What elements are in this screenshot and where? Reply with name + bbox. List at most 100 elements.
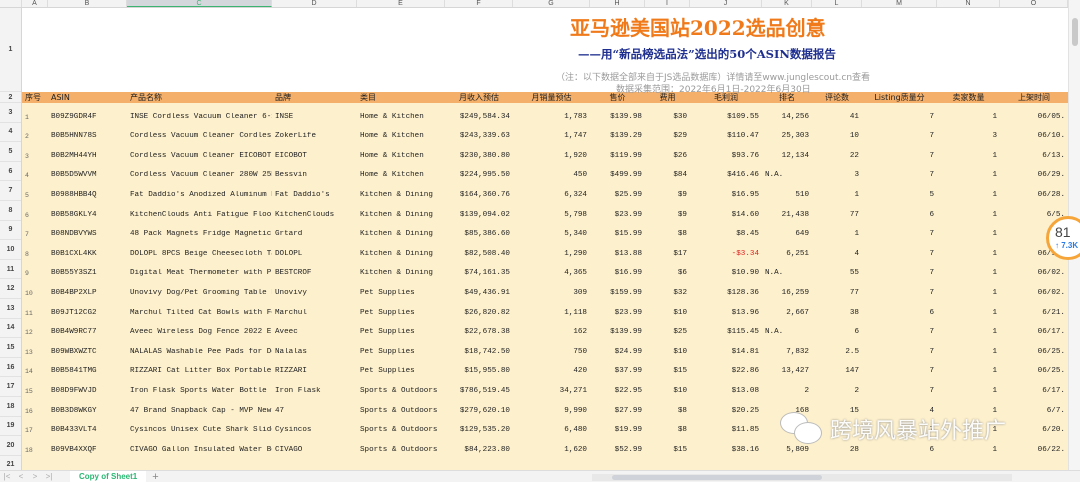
cell[interactable]: $499.99 — [590, 171, 645, 179]
cell[interactable]: 7 — [862, 152, 937, 160]
cell[interactable]: 1,920 — [513, 152, 590, 160]
cell[interactable]: 6 — [22, 212, 48, 219]
cell[interactable]: 4,365 — [513, 269, 590, 277]
cell[interactable]: 06/25. — [1000, 367, 1068, 375]
cell[interactable]: B0B55Y3SZ1 — [48, 269, 127, 277]
column-header-o[interactable]: O — [1000, 0, 1068, 7]
row-header-3[interactable]: 3 — [0, 103, 21, 123]
cell[interactable]: 14 — [22, 368, 48, 375]
cell[interactable]: 12,134 — [762, 152, 812, 160]
cell[interactable]: $38.16 — [690, 446, 762, 454]
cell[interactable]: Kitchen & Dining — [357, 230, 445, 238]
cell[interactable]: 750 — [513, 348, 590, 356]
column-header-g[interactable]: G — [513, 0, 590, 7]
cell[interactable]: $13.88 — [590, 250, 645, 258]
cell[interactable]: $249,584.34 — [445, 113, 513, 121]
cell[interactable]: EICOBOT — [272, 152, 357, 160]
column-header-n[interactable]: N — [937, 0, 1000, 7]
cell[interactable]: 34,271 — [513, 387, 590, 395]
cell[interactable]: Pet Supplies — [357, 367, 445, 375]
cell[interactable]: 9 — [22, 270, 48, 277]
cell[interactable]: 7 — [862, 132, 937, 140]
cell[interactable]: 13 — [22, 349, 48, 356]
column-header-a[interactable]: A — [22, 0, 48, 7]
row-header-6[interactable]: 6 — [0, 162, 21, 182]
cell[interactable]: Fat Daddio's — [272, 191, 357, 199]
cell[interactable]: 1 — [22, 114, 48, 121]
cell[interactable]: $85,386.60 — [445, 230, 513, 238]
cell[interactable]: 3 — [937, 132, 1000, 140]
cell[interactable]: Kitchen & Dining — [357, 269, 445, 277]
cell[interactable]: CIVAGO — [272, 446, 357, 454]
cell[interactable]: $128.36 — [690, 289, 762, 297]
cell[interactable]: $19.99 — [590, 426, 645, 434]
cell[interactable]: Iron Flask — [272, 387, 357, 395]
cell[interactable]: 1 — [937, 387, 1000, 395]
cell[interactable]: 9,990 — [513, 407, 590, 415]
cell[interactable]: Pet Supplies — [357, 289, 445, 297]
cell[interactable]: 309 — [513, 289, 590, 297]
cell[interactable]: 510 — [762, 191, 812, 199]
cell[interactable]: 6 — [862, 211, 937, 219]
cell[interactable]: Cysincos Unisex Cute Shark Slide — [127, 426, 272, 434]
cell[interactable]: -$3.34 — [690, 250, 762, 258]
cell[interactable]: $17 — [645, 250, 690, 258]
cell[interactable]: $14.81 — [690, 348, 762, 356]
first-sheet-icon[interactable]: |< — [0, 472, 14, 481]
cell[interactable]: Home & Kitchen — [357, 171, 445, 179]
cell[interactable]: Pet Supplies — [357, 328, 445, 336]
cell[interactable]: $139.98 — [590, 113, 645, 121]
cell[interactable]: $23.99 — [590, 309, 645, 317]
cell[interactable]: 6 — [812, 328, 862, 336]
cell[interactable]: $9 — [645, 191, 690, 199]
cell[interactable]: 06/05. — [1000, 113, 1068, 121]
cell[interactable]: $159.99 — [590, 289, 645, 297]
cell[interactable]: B0B4BP2XLP — [48, 289, 127, 297]
cell[interactable]: INSE Cordless Vacuum Cleaner 6-1 — [127, 113, 272, 121]
cell[interactable]: 5 — [22, 192, 48, 199]
cell[interactable]: Grtard — [272, 230, 357, 238]
cell[interactable]: RIZZARI Cat Litter Box Portable — [127, 367, 272, 375]
cell[interactable]: 48 Pack Magnets Fridge Magnetic — [127, 230, 272, 238]
cell[interactable]: 5,340 — [513, 230, 590, 238]
cell[interactable]: INSE — [272, 113, 357, 121]
cell[interactable]: B0988HBB4Q — [48, 191, 127, 199]
column-header-i[interactable]: I — [645, 0, 690, 7]
cell[interactable]: Sports & Outdoors — [357, 426, 445, 434]
cell[interactable]: 7 — [862, 113, 937, 121]
cell[interactable]: 7 — [22, 231, 48, 238]
cell[interactable]: 2 — [812, 387, 862, 395]
cell[interactable]: 1,290 — [513, 250, 590, 258]
cell[interactable]: $84 — [645, 171, 690, 179]
cell[interactable]: 1 — [937, 269, 1000, 277]
cell[interactable]: 6,480 — [513, 426, 590, 434]
cell[interactable]: $22.95 — [590, 387, 645, 395]
last-sheet-icon[interactable]: >| — [42, 472, 56, 481]
cell[interactable]: N.A. — [762, 269, 812, 277]
row-header-11[interactable]: 11 — [0, 260, 21, 280]
row-header-1[interactable]: 1 — [0, 8, 21, 92]
cell[interactable]: B0B2MH44YH — [48, 152, 127, 160]
row-header-13[interactable]: 13 — [0, 299, 21, 319]
row-header-19[interactable]: 19 — [0, 417, 21, 437]
cell[interactable]: B08D9FWVJD — [48, 387, 127, 395]
cell[interactable]: $15,955.80 — [445, 367, 513, 375]
cell[interactable]: $32 — [645, 289, 690, 297]
cell[interactable]: Sports & Outdoors — [357, 387, 445, 395]
select-all-corner[interactable] — [0, 0, 22, 7]
cell[interactable]: B0B3D8WKGY — [48, 407, 127, 415]
cell[interactable]: B09WBXWZTC — [48, 348, 127, 356]
cell[interactable]: $49,436.91 — [445, 289, 513, 297]
cell[interactable]: 1 — [937, 289, 1000, 297]
cell[interactable]: $24.99 — [590, 348, 645, 356]
cell[interactable]: B0B5841TMG — [48, 367, 127, 375]
cell[interactable]: 22 — [812, 152, 862, 160]
cell[interactable]: 5 — [862, 191, 937, 199]
cell[interactable]: 1 — [937, 113, 1000, 121]
cell[interactable]: $37.99 — [590, 367, 645, 375]
cell[interactable]: DOLOPL 8PCS Beige Cheesecloth Ta — [127, 250, 272, 258]
cell[interactable]: Kitchen & Dining — [357, 250, 445, 258]
cell[interactable]: B0B1CXL4KK — [48, 250, 127, 258]
cell[interactable]: Kitchen & Dining — [357, 191, 445, 199]
cell[interactable]: Cysincos — [272, 426, 357, 434]
